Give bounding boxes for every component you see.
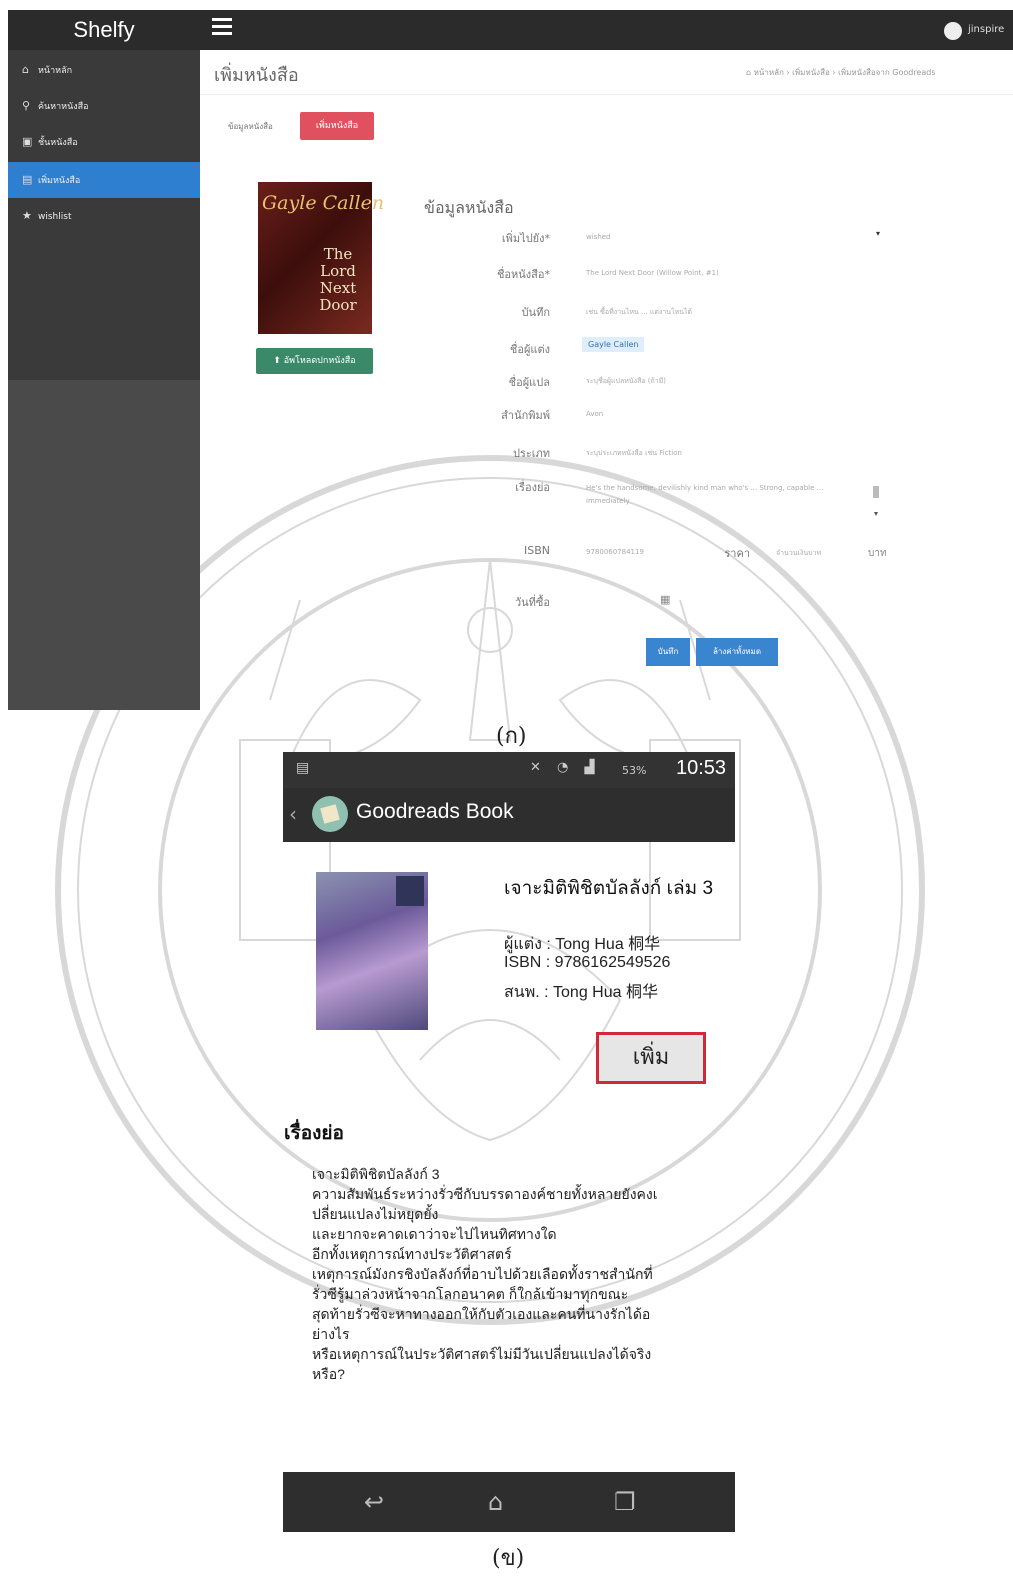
figure-caption-b: (ข) (492, 1546, 525, 1571)
box-icon: ▣ (22, 135, 33, 148)
cover-author-text: Gayle Callen (262, 192, 385, 214)
back-chevron-icon[interactable]: ‹ (289, 802, 297, 826)
label-book-title: ชื่อหนังสือ* (496, 268, 550, 281)
label-synopsis: เรื่องย่อ (515, 481, 550, 494)
tab-book-info[interactable]: ข้อมูลหนังสือ (228, 120, 273, 133)
signal-wifi-icon: ✕ ◔ ▟ (530, 760, 601, 775)
user-avatar[interactable] (944, 22, 962, 40)
book-isbn: ISBN : 9786162549526 (504, 954, 671, 971)
publisher-input[interactable]: Avon (586, 410, 603, 418)
synopsis-text: เจาะมิติพิชิตบัลลังก์ 3 ความสัมพันธ์ระหว… (312, 1166, 658, 1382)
book-title-input[interactable]: The Lord Next Door (Willow Point, #1) (586, 269, 719, 277)
calendar-icon[interactable]: ▦ (660, 593, 670, 606)
user-name[interactable]: jinspire (968, 24, 1004, 35)
status-time: 10:53 (676, 757, 727, 779)
back-icon[interactable]: ↩ (364, 1488, 384, 1516)
label-author: ชื่อผู้แต่ง (509, 343, 550, 356)
clear-all-button[interactable]: ล้างค่าทั้งหมด (696, 638, 778, 666)
label-add-to: เพิ่มไปยัง* (501, 232, 550, 245)
label-category: ประเภท (512, 447, 550, 460)
hamburger-menu-icon[interactable] (212, 18, 232, 36)
sidebar-item-wishlist[interactable]: ★ wishlist (8, 198, 200, 234)
save-button[interactable]: บันทึก (646, 638, 690, 666)
add-to-select[interactable]: wished (586, 233, 611, 241)
recent-apps-icon[interactable]: ❐ (614, 1488, 636, 1516)
cover-title-text: The Lord Next Door (319, 245, 357, 314)
label-isbn: ISBN (523, 544, 550, 557)
book-author: ผู้แต่ง : Tong Hua 桐华 (504, 936, 661, 953)
chevron-down-icon[interactable]: ▾ (876, 229, 880, 238)
page-title: เพิ่มหนังสือ (214, 65, 299, 86)
translator-input[interactable]: ระบุชื่อผู้แปลหนังสือ (ถ้ามี) (586, 376, 666, 387)
phone-status-bar (283, 752, 735, 788)
sidebar-item-add-book[interactable]: ▤ เพิ่มหนังสือ (8, 162, 200, 198)
synopsis-textarea[interactable]: He's the handsome, devilishly kind man w… (586, 482, 856, 508)
notification-icon: ▤ (296, 760, 310, 776)
android-nav-bar (283, 1472, 735, 1532)
book-publisher: สนพ. : Tong Hua 桐华 (504, 984, 658, 1001)
label-note: บันทึก (521, 306, 550, 319)
label-price: ราคา (724, 547, 750, 560)
cover-detail (396, 876, 424, 906)
sidebar-item-shelf[interactable]: ▣ ชั้นหนังสือ (8, 124, 200, 160)
sidebar-empty-area (8, 380, 200, 710)
label-purchase-date: วันที่ซื้อ (514, 596, 550, 609)
book-icon: ▤ (22, 173, 33, 186)
sidebar-item-search[interactable]: ⚲ ค้นหาหนังสือ (8, 88, 200, 124)
currency-label: บาท (868, 548, 887, 559)
add-book-button[interactable]: เพิ่ม (596, 1032, 706, 1084)
form-section-title: ข้อมูลหนังสือ (424, 198, 514, 217)
label-publisher: สำนักพิมพ์ (501, 409, 550, 422)
star-icon: ★ (22, 209, 32, 222)
label-translator: ชื่อผู้แปล (508, 376, 550, 389)
upload-cover-button[interactable]: ⬆ อัพโหลดปกหนังสือ (256, 348, 373, 374)
note-input[interactable]: เช่น ซื้อที่งานไหน ... แต่งานไหนได้ (586, 307, 692, 318)
battery-percent: 53% (622, 764, 647, 777)
synopsis-heading: เรื่องย่อ (284, 1122, 344, 1144)
sidebar-item-home[interactable]: ⌂ หน้าหลัก (8, 52, 200, 88)
tab-add-book[interactable]: เพิ่มหนังสือ (300, 112, 374, 140)
home-icon[interactable]: ⌂ (488, 1488, 503, 1516)
search-icon: ⚲ (22, 99, 31, 112)
price-input[interactable]: จำนวนเงินบาท (776, 548, 821, 559)
app-title: Goodreads Book (356, 800, 514, 823)
breadcrumb[interactable]: ⌂ หน้าหลัก › เพิ่มหนังสือ › เพิ่มหนังสือ… (746, 66, 936, 79)
brand-logo[interactable]: Shelfy (8, 10, 200, 50)
figure-caption-a: (ก) (496, 724, 527, 749)
home-icon: ⌂ (22, 63, 29, 76)
author-tag[interactable]: Gayle Callen (582, 337, 645, 352)
book-title: เจาะมิติพิชิตบัลลังก์ เล่ม 3 (504, 878, 714, 899)
scrollbar[interactable] (872, 478, 880, 518)
category-input[interactable]: ระบุประเภทหนังสือ เช่น Fiction (586, 448, 682, 459)
